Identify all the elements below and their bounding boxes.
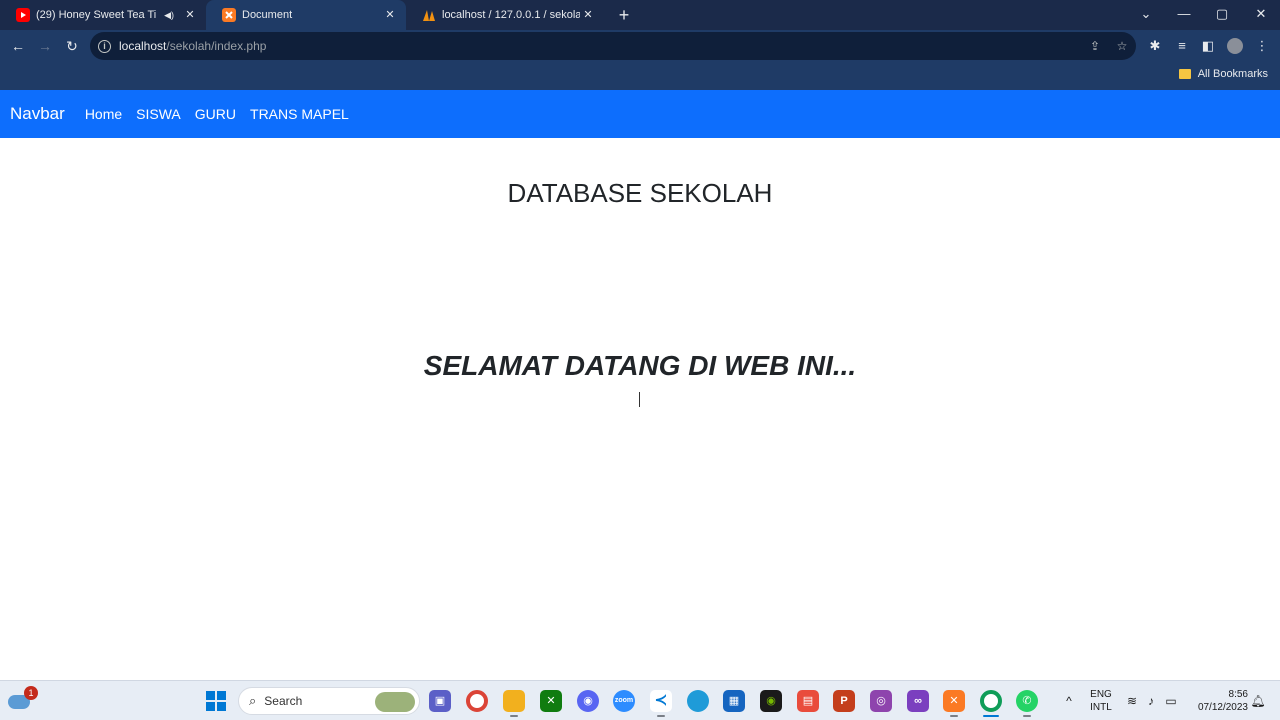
close-tab-icon[interactable]: ✕: [382, 7, 398, 23]
active-indicator: [983, 715, 999, 717]
minimize-icon[interactable]: —: [1165, 0, 1203, 28]
all-bookmarks-label: All Bookmarks: [1197, 68, 1268, 80]
running-indicator: [510, 715, 518, 717]
nav-link-guru[interactable]: GURU: [195, 106, 236, 122]
xampp-icon: [222, 8, 236, 22]
side-panel-icon[interactable]: ◧: [1200, 38, 1216, 54]
running-indicator: [657, 715, 665, 717]
chrome-icon[interactable]: [466, 690, 488, 712]
tab-youtube[interactable]: (29) Honey Sweet Tea Time ◀︎) ✕: [0, 0, 206, 30]
all-bookmarks-button[interactable]: All Bookmarks: [1178, 68, 1268, 80]
search-icon: ⌕: [249, 693, 257, 708]
xbox-icon[interactable]: ✕: [540, 690, 562, 712]
reload-icon[interactable]: ↻: [62, 36, 82, 56]
browser-toolbar: ← → ↻ i localhost/sekolah/index.php ⇪ ☆ …: [0, 30, 1280, 62]
site-info-icon[interactable]: i: [98, 39, 111, 53]
notification-bell-icon[interactable]: 🔔︎: [1250, 693, 1266, 709]
whatsapp-icon[interactable]: ✆: [1016, 690, 1038, 712]
teams-chat-icon[interactable]: ▣: [429, 690, 451, 712]
navbar-brand[interactable]: Navbar: [10, 104, 65, 124]
vscode-icon[interactable]: ≺: [650, 690, 672, 712]
powerpoint-icon[interactable]: P: [833, 690, 855, 712]
phpmyadmin-icon: [422, 8, 436, 22]
url-host: localhost: [119, 39, 167, 53]
microsoft-store-icon[interactable]: ▦: [723, 690, 745, 712]
windows-start-icon[interactable]: [206, 691, 226, 711]
tab-title: (29) Honey Sweet Tea Time: [36, 9, 157, 21]
menu-icon[interactable]: ⋮: [1254, 38, 1270, 54]
language-code: ENG: [1090, 689, 1112, 700]
youtube-icon: [16, 8, 30, 22]
zoom-icon[interactable]: zoom: [613, 690, 635, 712]
folder-icon: [1178, 69, 1191, 79]
nav-link-siswa[interactable]: SISWA: [136, 106, 181, 122]
weather-widget[interactable]: 1: [8, 686, 38, 711]
page-title: DATABASE SEKOLAH: [507, 178, 773, 208]
running-indicator: [950, 715, 958, 717]
tab-phpmyadmin[interactable]: localhost / 127.0.0.1 / sekolah / t ✕: [406, 0, 604, 30]
notification-badge: 1: [24, 686, 38, 700]
bookmark-star-icon[interactable]: ☆: [1115, 39, 1129, 53]
office-app-icon[interactable]: ▤: [797, 690, 819, 712]
language-indicator[interactable]: ENG INTL: [1090, 688, 1112, 714]
nav-link-home[interactable]: Home: [85, 106, 122, 122]
new-tab-icon[interactable]: +: [613, 4, 635, 26]
address-bar[interactable]: i localhost/sekolah/index.php ⇪ ☆: [90, 32, 1136, 60]
maximize-icon[interactable]: ▢: [1203, 0, 1241, 28]
share-icon[interactable]: ⇪: [1088, 39, 1102, 53]
search-highlight-image: [375, 692, 415, 712]
keyboard-layout: INTL: [1090, 702, 1112, 713]
extensions-icon[interactable]: ✱: [1147, 38, 1163, 54]
visual-studio-icon[interactable]: ∞: [907, 690, 929, 712]
tab-title: localhost / 127.0.0.1 / sekolah / t: [442, 9, 580, 21]
file-explorer-icon[interactable]: [503, 690, 525, 712]
close-tab-icon[interactable]: ✕: [580, 7, 596, 23]
text-cursor: [639, 392, 640, 407]
clock[interactable]: 8:56 07/12/2023: [1188, 688, 1248, 714]
search-label: Search: [264, 694, 303, 708]
url-path: /sekolah/index.php: [166, 39, 267, 53]
clock-time: 8:56: [1228, 689, 1248, 700]
discord-icon[interactable]: ◉: [577, 690, 599, 712]
browser-tab-strip: (29) Honey Sweet Tea Time ◀︎) ✕ Document…: [0, 0, 1280, 30]
nav-link-trans-mapel[interactable]: TRANS MAPEL: [250, 106, 349, 122]
bookmarks-bar: All Bookmarks: [0, 62, 1280, 90]
forward-icon[interactable]: →: [35, 36, 55, 56]
nvidia-icon[interactable]: ◉: [760, 690, 782, 712]
clock-date: 07/12/2023: [1197, 702, 1248, 713]
running-indicator: [1023, 715, 1031, 717]
tab-title: Document: [242, 9, 293, 21]
url-text: localhost/sekolah/index.php: [119, 39, 266, 53]
tab-document[interactable]: Document ✕: [206, 0, 406, 30]
edge-icon[interactable]: [687, 690, 709, 712]
audio-playing-icon[interactable]: ◀︎): [164, 10, 174, 21]
welcome-heading: SELAMAT DATANG DI WEB INI...: [423, 350, 857, 381]
chrome-icon[interactable]: [980, 690, 1002, 712]
app-icon[interactable]: ◎: [870, 690, 892, 712]
media-control-icon[interactable]: ≡: [1174, 38, 1190, 54]
taskbar-search[interactable]: ⌕ Search: [238, 687, 420, 715]
close-tab-icon[interactable]: ✕: [182, 7, 198, 23]
site-navbar: Navbar Home SISWA GURU TRANS MAPEL: [0, 90, 1280, 138]
volume-icon[interactable]: ♪: [1143, 693, 1159, 709]
tab-search-icon[interactable]: ⌄: [1127, 0, 1165, 28]
xampp-icon[interactable]: ✕: [943, 690, 965, 712]
profile-avatar[interactable]: [1227, 38, 1243, 54]
back-icon[interactable]: ←: [8, 36, 28, 56]
close-window-icon[interactable]: ✕: [1242, 0, 1280, 28]
show-hidden-icons-icon[interactable]: ^: [1061, 693, 1077, 709]
wifi-icon[interactable]: ≋: [1124, 693, 1140, 709]
windows-taskbar: 1 ⌕ Search ▣ ✕ ◉ zoom ≺ ▦ ◉ ▤ P ◎ ∞ ✕ ✆ …: [0, 680, 1280, 720]
battery-icon[interactable]: ▭: [1163, 693, 1179, 709]
